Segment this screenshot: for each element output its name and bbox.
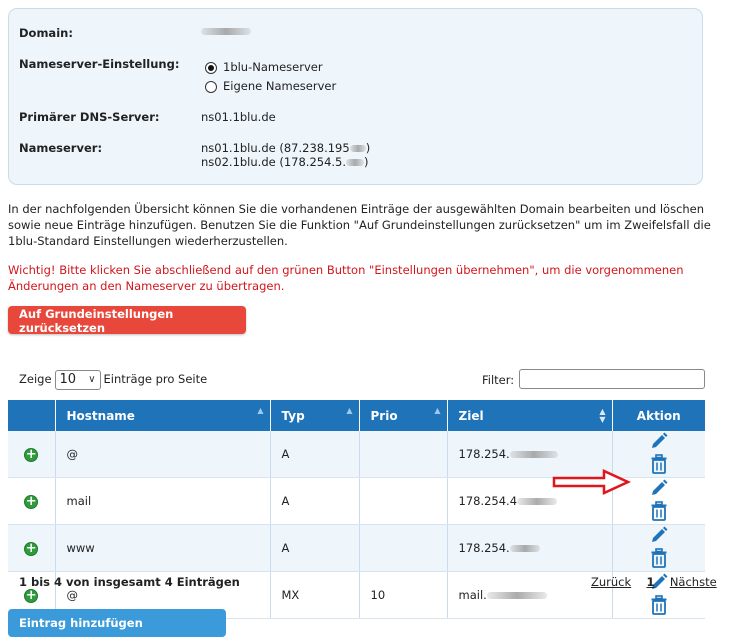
- pagination: Zurück 1 Nächste: [591, 575, 717, 589]
- ziel-cell: mail.: [447, 571, 613, 619]
- trash-icon[interactable]: [650, 548, 668, 571]
- action-cell: [612, 524, 705, 572]
- page-size-value: 10: [59, 371, 77, 387]
- plus-circle-icon[interactable]: +: [24, 494, 39, 509]
- col-header-label: Aktion: [636, 408, 681, 423]
- sort-arrow-icon: ▲: [346, 406, 353, 415]
- col-header-add: [8, 400, 56, 431]
- sort-both-icon: ▲ ▼: [599, 407, 606, 424]
- prio-cell: 10: [359, 571, 448, 619]
- table-row: + www A 178.254.: [8, 524, 705, 572]
- col-header-label: Prio: [370, 408, 398, 423]
- domain-value-redacted: [201, 24, 251, 38]
- plus-circle-icon[interactable]: +: [24, 447, 39, 462]
- page-size-select[interactable]: 10 ∨: [54, 369, 101, 390]
- primary-dns-value: ns01.1blu.de: [201, 110, 276, 124]
- table-header-row: Hostname ▲ Typ ▲ Prio ▲ Ziel ▲ ▼ Aktion: [8, 400, 705, 431]
- prio-cell: [359, 524, 448, 572]
- ziel-text: mail.: [458, 588, 487, 602]
- intro-line: sowie neue Einträge hinzufügen. Benutzen…: [8, 218, 711, 232]
- col-header-aktion: Aktion: [612, 400, 705, 431]
- add-cell: +: [8, 431, 56, 478]
- typ-cell: A: [270, 431, 360, 478]
- sort-arrow-icon: ▲: [434, 406, 441, 415]
- prio-cell: [359, 431, 448, 478]
- filter-input[interactable]: [519, 369, 705, 389]
- chevron-down-icon: ∨: [88, 373, 96, 385]
- nameserver-setting-label: Nameserver-Einstellung:: [19, 57, 180, 71]
- radio-1blu-nameserver[interactable]: 1blu-Nameserver: [205, 60, 323, 74]
- warning-paragraph: Wichtig! Bitte klicken Sie abschließend …: [8, 262, 723, 294]
- ziel-cell: 178.254.: [447, 524, 613, 572]
- reset-defaults-button[interactable]: Auf Grundeinstellungen zurücksetzen: [8, 306, 246, 335]
- prev-page-link[interactable]: Zurück: [591, 575, 631, 589]
- page-size-control: Zeige 10 ∨ Einträge pro Seite: [19, 369, 207, 391]
- warning-line: Wichtig! Bitte klicken Sie abschließend …: [8, 263, 684, 277]
- pencil-edit-icon[interactable]: [649, 431, 669, 454]
- hostname-cell: @: [55, 431, 271, 478]
- radio-eigene-label: Eigene Nameserver: [223, 79, 337, 93]
- plus-circle-icon[interactable]: +: [24, 541, 39, 556]
- nameserver-1-text: ns01.1blu.de (87.238.195: [201, 141, 350, 155]
- nameserver-1-close: ): [365, 141, 371, 155]
- nameserver-1: ns01.1blu.de (87.238.195): [201, 141, 370, 155]
- red-arrow-annotation: [552, 469, 632, 495]
- plus-circle-icon[interactable]: +: [24, 588, 39, 603]
- prio-cell: [359, 477, 448, 525]
- typ-cell: A: [270, 524, 360, 572]
- pencil-edit-icon[interactable]: [649, 525, 669, 548]
- radio-unselected-icon[interactable]: [205, 80, 217, 93]
- ziel-text: 178.254.: [458, 447, 510, 461]
- col-header-label: Hostname: [66, 408, 135, 423]
- radio-1blu-label: 1blu-Nameserver: [223, 60, 323, 74]
- nameserver-2-text: ns02.1blu.de (178.254.5.: [201, 155, 347, 169]
- filter-label: Filter:: [482, 373, 515, 387]
- nameserver-label: Nameserver:: [19, 141, 103, 155]
- ziel-text: 178.254.: [458, 541, 510, 555]
- col-header-prio[interactable]: Prio ▲: [359, 400, 448, 431]
- col-header-typ[interactable]: Typ ▲: [270, 400, 360, 431]
- radio-eigene-nameserver[interactable]: Eigene Nameserver: [205, 79, 336, 93]
- trash-icon[interactable]: [650, 501, 668, 524]
- trash-icon[interactable]: [650, 454, 668, 477]
- col-header-label: Ziel: [458, 408, 484, 423]
- col-header-hostname[interactable]: Hostname ▲: [55, 400, 271, 431]
- domain-label: Domain:: [19, 26, 73, 40]
- ziel-text: 178.254.4: [458, 494, 518, 508]
- trash-icon[interactable]: [650, 595, 668, 618]
- warning-line: Änderungen an den Nameserver zu übertrag…: [8, 279, 285, 293]
- pencil-edit-icon[interactable]: [649, 478, 669, 501]
- col-header-label: Typ: [281, 408, 305, 423]
- primary-dns-label: Primärer DNS-Server:: [19, 110, 160, 124]
- page-1-link[interactable]: 1: [646, 575, 654, 589]
- typ-cell: A: [270, 477, 360, 525]
- nameserver-2: ns02.1blu.de (178.254.5.): [201, 155, 369, 169]
- radio-selected-icon[interactable]: [205, 61, 217, 74]
- intro-paragraph: In der nachfolgenden Übersicht können Si…: [8, 201, 723, 249]
- show-label: Zeige: [19, 372, 52, 386]
- hostname-cell: mail: [55, 477, 271, 525]
- sort-arrow-icon: ▲: [257, 406, 264, 415]
- typ-cell: MX: [270, 571, 360, 619]
- add-cell: +: [8, 477, 56, 525]
- next-page-link[interactable]: Nächste: [670, 575, 717, 589]
- intro-line: 1blu-Standard Einstellungen wiederherzus…: [8, 234, 288, 248]
- intro-line: In der nachfolgenden Übersicht können Si…: [8, 202, 705, 216]
- per-page-label: Einträge pro Seite: [103, 372, 208, 386]
- add-cell: +: [8, 524, 56, 572]
- nameserver-2-close: ): [364, 155, 369, 169]
- col-header-ziel[interactable]: Ziel ▲ ▼: [447, 400, 613, 431]
- entries-summary: 1 bis 4 von insgesamt 4 Einträgen: [19, 575, 240, 589]
- add-entry-button[interactable]: Eintrag hinzufügen: [8, 609, 226, 637]
- hostname-cell: www: [55, 524, 271, 572]
